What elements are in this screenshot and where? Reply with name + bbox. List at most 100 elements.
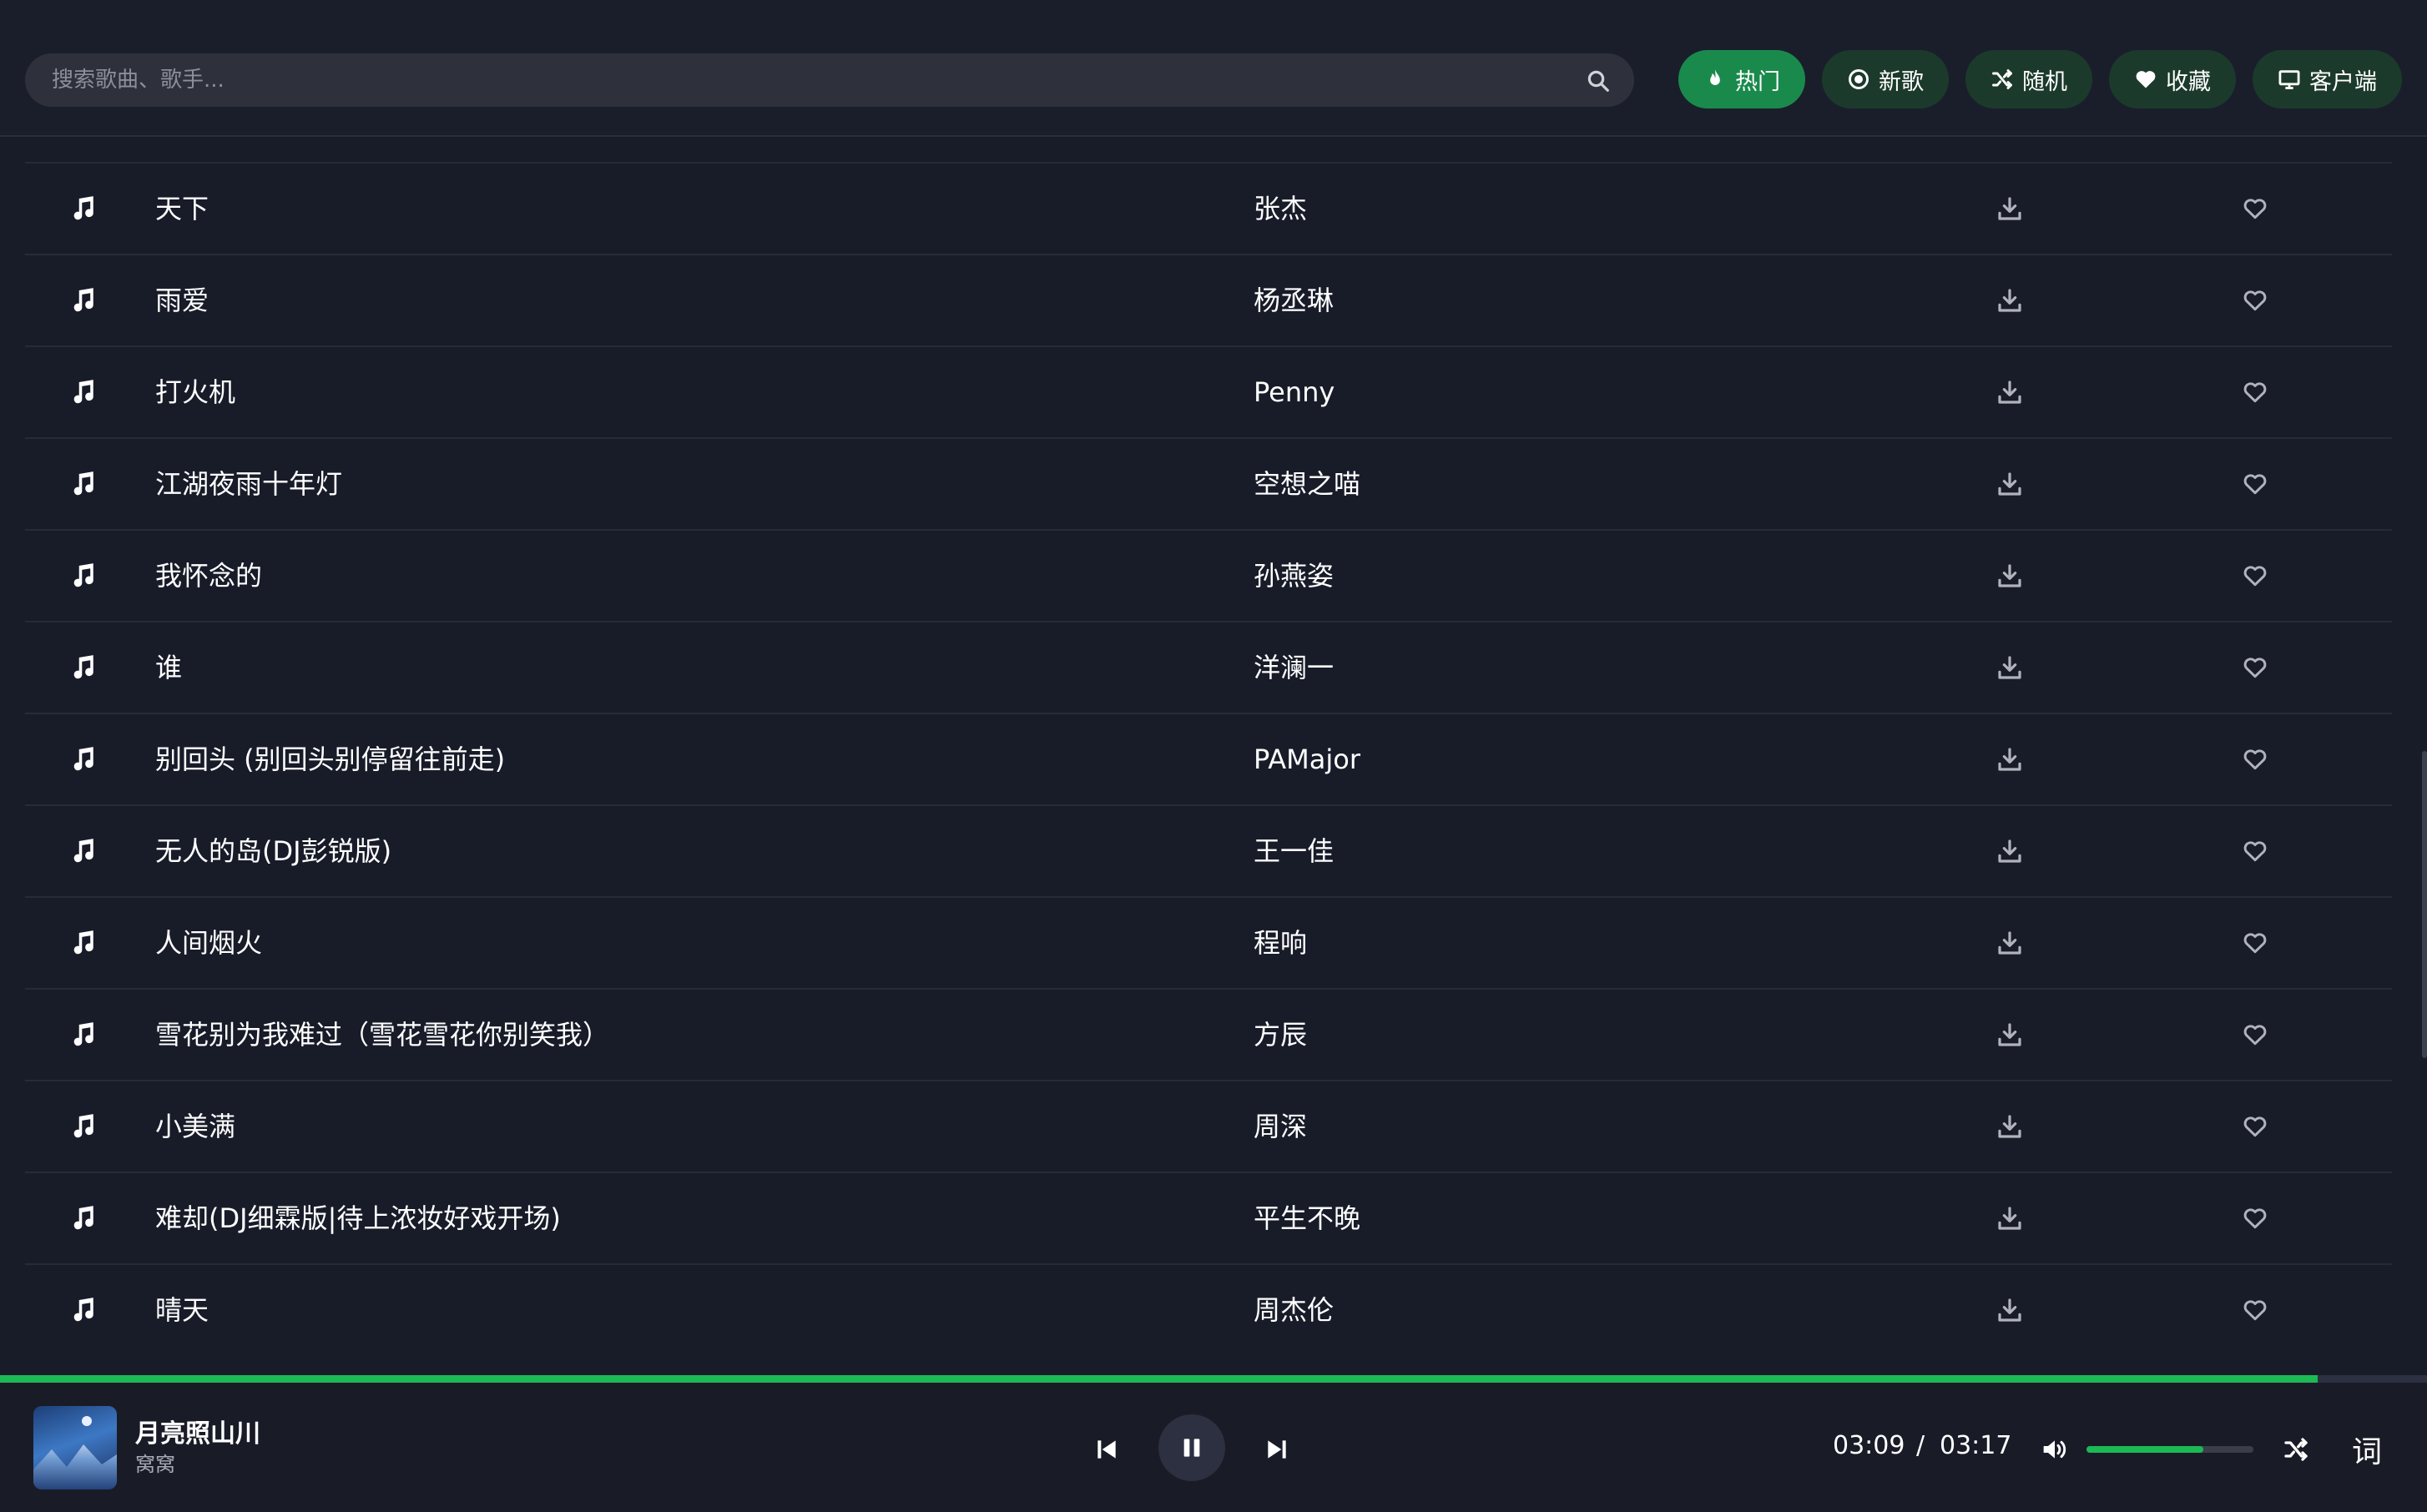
favorite-heart-icon[interactable] xyxy=(2242,1205,2268,1232)
song-title: 谁 xyxy=(155,652,183,683)
download-icon[interactable] xyxy=(1996,471,2023,497)
song-row[interactable]: 我怀念的 孙燕姿 xyxy=(25,529,2392,621)
lyrics-button[interactable]: 词 xyxy=(2352,1428,2382,1471)
song-artist: Penny xyxy=(1254,376,1335,408)
song-artist: 程响 xyxy=(1254,927,1308,959)
song-title: 晴天 xyxy=(155,1294,209,1326)
desktop-icon xyxy=(2278,70,2300,89)
favorite-heart-icon[interactable] xyxy=(2242,287,2268,314)
next-icon[interactable] xyxy=(1264,1436,1290,1463)
music-note-icon xyxy=(73,1298,93,1322)
song-title: 别回头 (别回头别停留往前走) xyxy=(155,743,506,775)
song-title: 我怀念的 xyxy=(155,560,263,592)
client-button-label: 客户端 xyxy=(2309,68,2377,95)
favorites-button[interactable]: 收藏 xyxy=(2109,50,2236,108)
music-note-icon xyxy=(73,1206,93,1230)
favorite-heart-icon[interactable] xyxy=(2242,562,2268,589)
music-note-icon xyxy=(73,471,93,496)
search-bar[interactable] xyxy=(25,53,1634,107)
song-row[interactable]: 难却(DJ细霖版|待上浓妆好戏开场) 平生不晚 xyxy=(25,1172,2392,1263)
music-note-icon xyxy=(73,655,93,679)
song-row[interactable]: 谁 洋澜一 xyxy=(25,621,2392,713)
song-title: 雪花别为我难过（雪花雪花你别笑我） xyxy=(155,1019,610,1051)
new-songs-button[interactable]: 新歌 xyxy=(1822,50,1949,108)
song-row[interactable]: 无人的岛(DJ彭锐版) 王一佳 xyxy=(25,804,2392,896)
song-row[interactable]: 江湖夜雨十年灯 空想之喵 xyxy=(25,437,2392,529)
client-button[interactable]: 客户端 xyxy=(2253,50,2402,108)
song-row[interactable]: 天下 张杰 xyxy=(25,162,2392,254)
download-icon[interactable] xyxy=(1996,195,2023,222)
download-icon[interactable] xyxy=(1996,654,2023,681)
playback-progress-bar[interactable] xyxy=(0,1375,2427,1383)
song-row[interactable]: 小美满 周深 xyxy=(25,1080,2392,1172)
song-title: 难却(DJ细霖版|待上浓妆好戏开场) xyxy=(155,1202,561,1234)
song-title: 打火机 xyxy=(155,376,236,408)
song-artist: 空想之喵 xyxy=(1254,468,1361,500)
hot-button[interactable]: 热门 xyxy=(1678,50,1805,108)
fire-icon xyxy=(1710,69,1720,85)
download-icon[interactable] xyxy=(1996,1113,2023,1140)
shuffle-mode-icon[interactable] xyxy=(2282,1436,2310,1463)
song-row[interactable]: 雨爱 杨丞琳 xyxy=(25,254,2392,345)
favorites-button-label: 收藏 xyxy=(2166,68,2211,95)
now-playing-title: 月亮照山川 xyxy=(135,1419,260,1449)
favorite-heart-icon[interactable] xyxy=(2242,379,2268,406)
song-row[interactable]: 晴天 周杰伦 xyxy=(25,1263,2392,1355)
search-input[interactable] xyxy=(50,67,1559,93)
time-separator: / xyxy=(1916,1431,1925,1460)
cover-moon xyxy=(82,1416,92,1426)
album-cover[interactable] xyxy=(33,1406,117,1489)
song-artist: 周杰伦 xyxy=(1254,1294,1335,1326)
search-icon[interactable] xyxy=(1586,68,1611,93)
favorite-heart-icon[interactable] xyxy=(2242,654,2268,681)
favorite-heart-icon[interactable] xyxy=(2242,746,2268,773)
volume-slider[interactable] xyxy=(2086,1446,2253,1453)
favorite-heart-icon[interactable] xyxy=(2242,1113,2268,1140)
download-icon[interactable] xyxy=(1996,838,2023,864)
current-time: 03:09 xyxy=(1833,1431,1905,1460)
song-artist: 张杰 xyxy=(1254,193,1308,224)
download-icon[interactable] xyxy=(1996,1297,2023,1323)
favorite-heart-icon[interactable] xyxy=(2242,1297,2268,1323)
song-row[interactable]: 打火机 Penny xyxy=(25,345,2392,437)
music-note-icon xyxy=(73,380,93,404)
new-songs-button-label: 新歌 xyxy=(1879,68,1924,95)
music-note-icon xyxy=(73,288,93,312)
song-row[interactable]: 人间烟火 程响 xyxy=(25,896,2392,988)
song-artist: 杨丞琳 xyxy=(1254,285,1335,316)
download-icon[interactable] xyxy=(1996,746,2023,773)
music-note-icon xyxy=(73,1022,93,1046)
pause-button[interactable] xyxy=(1158,1414,1225,1481)
song-artist: 周深 xyxy=(1254,1111,1308,1142)
song-title: 无人的岛(DJ彭锐版) xyxy=(155,835,392,867)
volume-icon[interactable] xyxy=(2040,1436,2070,1463)
song-list: 天下 张杰 雨爱 杨丞琳 打火机 Penny 江湖夜雨十年灯 空想之喵 我怀念的 孙燕姿谁 洋澜一别… xyxy=(25,162,2392,1355)
song-artist: 王一佳 xyxy=(1254,835,1335,867)
download-icon[interactable] xyxy=(1996,1205,2023,1232)
previous-icon[interactable] xyxy=(1093,1436,1120,1463)
pause-icon xyxy=(1183,1439,1200,1457)
song-title: 雨爱 xyxy=(155,285,209,316)
song-title: 天下 xyxy=(155,193,209,224)
song-artist: PAMajor xyxy=(1254,743,1360,775)
favorite-heart-icon[interactable] xyxy=(2242,195,2268,222)
random-button[interactable]: 随机 xyxy=(1965,50,2092,108)
hot-button-label: 热门 xyxy=(1735,68,1780,95)
download-icon[interactable] xyxy=(1996,562,2023,589)
scrollbar-thumb[interactable] xyxy=(2422,751,2427,1058)
download-icon[interactable] xyxy=(1996,930,2023,956)
download-icon[interactable] xyxy=(1996,379,2023,406)
download-icon[interactable] xyxy=(1996,287,2023,314)
heart-icon xyxy=(2136,71,2156,88)
random-button-label: 随机 xyxy=(2022,68,2067,95)
player-bar: 月亮照山川 窝窝 03:09 / 03:17 词 xyxy=(0,1383,2427,1512)
favorite-heart-icon[interactable] xyxy=(2242,930,2268,956)
favorite-heart-icon[interactable] xyxy=(2242,1021,2268,1048)
favorite-heart-icon[interactable] xyxy=(2242,838,2268,864)
song-row[interactable]: 雪花别为我难过（雪花雪花你别笑我） 方辰 xyxy=(25,988,2392,1080)
nav-buttons: 热门 新歌 随机 收藏 客户端 xyxy=(1678,50,2402,108)
song-row[interactable]: 别回头 (别回头别停留往前走) PAMajor xyxy=(25,713,2392,804)
download-icon[interactable] xyxy=(1996,1021,2023,1048)
music-note-icon xyxy=(73,930,93,955)
favorite-heart-icon[interactable] xyxy=(2242,471,2268,497)
